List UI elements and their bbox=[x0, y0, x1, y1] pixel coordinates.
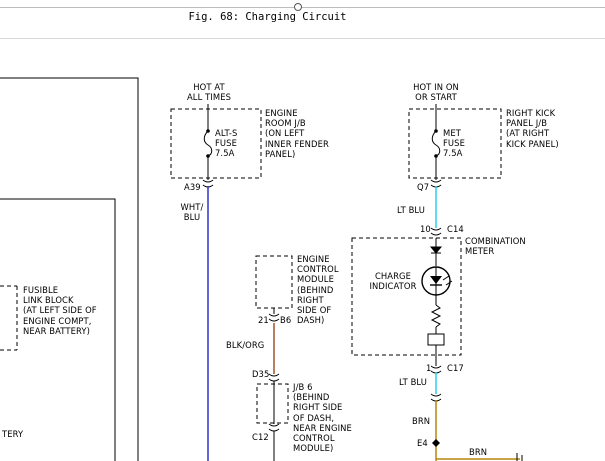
connector-q7-label: Q7 bbox=[417, 182, 430, 192]
right-kick-line-4: KICK PANEL) bbox=[506, 138, 559, 149]
right-kick-line-2: PANEL J/B bbox=[506, 118, 548, 129]
ground-tick-icon bbox=[516, 453, 523, 461]
ecm-line-6: SIDE OF bbox=[297, 305, 332, 316]
ecm-line-5: RIGHT bbox=[297, 294, 324, 305]
combination-meter-outline bbox=[351, 237, 462, 356]
engine-room-line-3: (ON LEFT bbox=[265, 128, 305, 139]
met-fuse-label: MET FUSE 7.5A bbox=[443, 128, 465, 159]
connector-q7-icon bbox=[430, 179, 442, 188]
ecm-label: ENGINE CONTROL MODULE (BEHIND RIGHT SIDE… bbox=[297, 254, 339, 325]
wht-blu-line-1: WHT/ bbox=[180, 202, 204, 212]
alts-fuse-rating: 7.5A bbox=[215, 148, 235, 159]
jb6-outline bbox=[256, 383, 289, 424]
connector-a39-label: A39 bbox=[184, 182, 201, 192]
ecm-pin-21-label: 21 bbox=[258, 315, 269, 325]
jb6-line-1: J/B 6 bbox=[293, 382, 313, 392]
meter-component-box-icon bbox=[427, 333, 445, 346]
ecm-line-1: ENGINE bbox=[297, 254, 330, 264]
ecm-line-2: CONTROL bbox=[297, 264, 339, 275]
ecm-line-7: DASH) bbox=[297, 315, 325, 326]
alts-power-label: HOT AT ALL TIMES bbox=[180, 82, 238, 102]
jb6-line-6: CONTROL bbox=[293, 433, 335, 444]
charge-indicator-line-2: INDICATOR bbox=[369, 281, 417, 292]
wire-wht-blu-label: WHT/ BLU bbox=[174, 202, 210, 222]
alts-fuse-word: FUSE bbox=[215, 138, 237, 149]
engine-room-line-1: ENGINE bbox=[265, 108, 298, 118]
engine-room-line-5: PANEL) bbox=[265, 148, 296, 159]
connector-b6-label: B6 bbox=[280, 315, 292, 325]
wire-brn-label: BRN bbox=[412, 416, 431, 426]
battery-label: TERY bbox=[2, 429, 24, 439]
fusible-link-line-1: FUSIBLE bbox=[23, 285, 59, 295]
alts-fuse-name: ALT-S bbox=[215, 128, 238, 138]
meter-pin-1-label: 1 bbox=[426, 363, 432, 373]
jb6-line-7: MODULE) bbox=[293, 443, 334, 454]
engine-room-jb-label: ENGINE ROOM J/B (ON LEFT INNER FENDER PA… bbox=[265, 108, 329, 159]
combination-meter-line-1: COMBINATION bbox=[465, 236, 526, 246]
left-module-outline bbox=[0, 77, 139, 461]
met-power-line-2: OR START bbox=[415, 92, 457, 103]
connector-c14-label: C14 bbox=[447, 224, 464, 234]
met-fuse-word: FUSE bbox=[443, 138, 465, 149]
connector-c12-label: C12 bbox=[252, 432, 269, 442]
wire-lt-blu-top-label: LT BLU bbox=[397, 205, 426, 215]
splice-e4-label: E4 bbox=[417, 438, 428, 448]
connector-b6-icon bbox=[268, 313, 280, 322]
right-kick-line-3: (AT RIGHT bbox=[506, 128, 550, 139]
connector-d35-icon bbox=[268, 373, 280, 382]
resistor-icon bbox=[430, 304, 442, 328]
fusible-link-line-4: ENGINE COMPT, bbox=[23, 315, 92, 326]
met-power-label: HOT IN ON OR START bbox=[404, 82, 468, 102]
splice-e4-icon bbox=[432, 439, 440, 447]
fusible-link-line-5: NEAR BATTERY) bbox=[23, 325, 90, 336]
jb6-line-3: RIGHT SIDE bbox=[293, 402, 343, 413]
wht-blu-line-2: BLU bbox=[183, 212, 201, 223]
connector-d35-label: D35 bbox=[252, 369, 270, 379]
charge-indicator-line-1: CHARGE bbox=[374, 271, 412, 281]
connector-c14-icon bbox=[430, 227, 442, 236]
diode-icon bbox=[429, 246, 443, 254]
combination-meter-label: COMBINATION METER bbox=[465, 236, 526, 256]
connector-c17-icon bbox=[430, 365, 442, 374]
met-fuse-icon bbox=[431, 130, 441, 157]
ecm-outline bbox=[255, 255, 293, 309]
charge-indicator-label: CHARGE INDICATOR bbox=[364, 271, 422, 291]
right-kick-line-1: RIGHT KICK bbox=[506, 108, 556, 118]
met-fuse-rating: 7.5A bbox=[443, 148, 463, 159]
jb6-line-2: (BEHIND bbox=[293, 392, 330, 403]
alts-fuse-label: ALT-S FUSE 7.5A bbox=[215, 128, 237, 159]
met-fuse-name: MET bbox=[443, 128, 461, 138]
connector-c12-icon bbox=[268, 423, 280, 432]
connector-a39-icon bbox=[202, 179, 214, 188]
engine-room-line-2: ROOM J/B bbox=[265, 118, 306, 129]
jb6-label: J/B 6 (BEHIND RIGHT SIDE OF DASH, NEAR E… bbox=[293, 382, 352, 453]
jb6-line-5: NEAR ENGINE bbox=[293, 422, 352, 433]
fusible-link-line-3: (AT LEFT SIDE OF bbox=[23, 305, 97, 316]
inline-connector-icon bbox=[430, 393, 442, 402]
alts-fuse-icon bbox=[203, 130, 213, 157]
wire-lt-blu-bottom-label: LT BLU bbox=[399, 377, 428, 387]
wire-blk-org-label: BLK/ORG bbox=[226, 340, 265, 350]
right-kick-jb-label: RIGHT KICK PANEL J/B (AT RIGHT KICK PANE… bbox=[506, 108, 559, 149]
met-power-line-1: HOT IN ON bbox=[413, 82, 459, 92]
engine-room-line-4: INNER FENDER bbox=[265, 138, 329, 149]
connector-c17-label: C17 bbox=[447, 363, 464, 373]
fusible-link-label: FUSIBLE LINK BLOCK (AT LEFT SIDE OF ENGI… bbox=[23, 285, 97, 336]
fusible-link-line-2: LINK BLOCK bbox=[23, 295, 74, 306]
ecm-line-3: MODULE bbox=[297, 274, 334, 285]
meter-pin-10-label: 10 bbox=[420, 224, 431, 234]
ecm-line-4: (BEHIND bbox=[297, 284, 334, 295]
alts-power-line-1: HOT AT bbox=[193, 82, 225, 92]
combination-meter-line-2: METER bbox=[465, 246, 495, 257]
wire-brn-horizontal-label: BRN bbox=[469, 447, 488, 457]
alts-power-line-2: ALL TIMES bbox=[186, 92, 232, 103]
jb6-line-4: OF DASH, bbox=[293, 412, 335, 423]
